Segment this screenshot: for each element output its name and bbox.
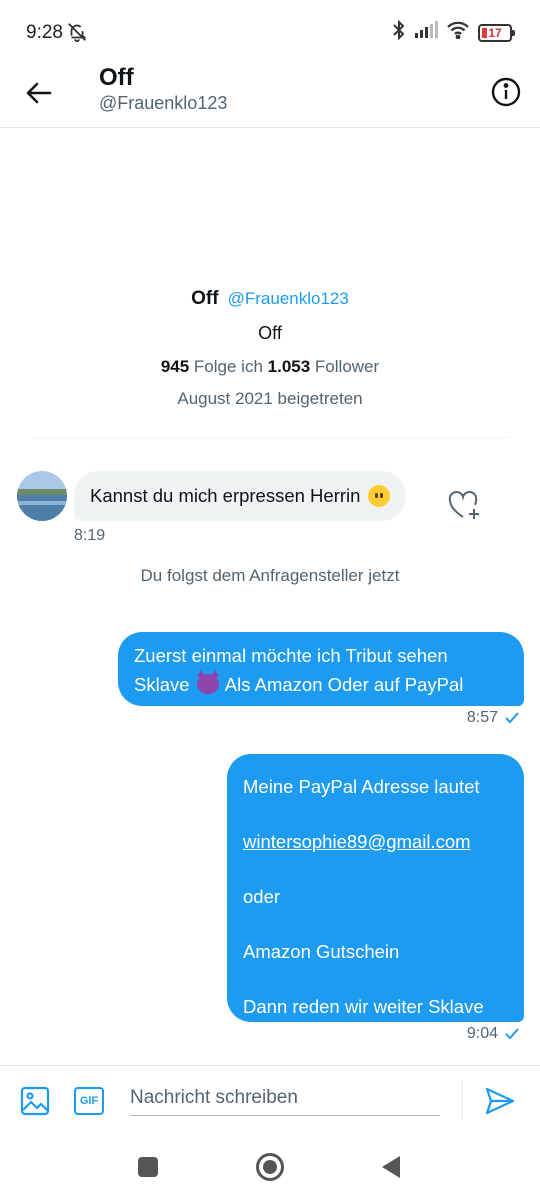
system-note: Du folgst dem Anfragensteller jetzt <box>140 566 400 585</box>
outgoing-message-bubble[interactable]: Zuerst einmal möchte ich Tribut sehen Sk… <box>118 632 524 706</box>
status-indicators: 17 <box>392 19 515 45</box>
outgoing-message-time: 9:04 <box>466 1025 498 1042</box>
outgoing-message-text: Als Amazon Oder auf PayPal <box>224 674 464 695</box>
media-button[interactable] <box>20 1086 50 1116</box>
outgoing-message-line: Sklave Als Amazon Oder auf PayPal <box>134 670 506 699</box>
outgoing-message-line: Zuerst einmal möchte ich Tribut sehen <box>134 645 448 666</box>
incoming-message-text: Kannst du mich erpressen Herrin <box>90 485 361 506</box>
profile-joined: August 2021 beigetreten <box>177 389 363 408</box>
following-label: Folge ich <box>193 357 263 376</box>
status-bar: 9:28 17 <box>0 0 540 62</box>
outgoing-message-line: Meine PayPal Adresse lautet <box>243 776 480 797</box>
incoming-message-time: 8:19 <box>74 527 106 544</box>
followers-count: 1.053 <box>267 357 311 376</box>
conversation-header: Off @Frauenklo123 <box>0 62 540 128</box>
outgoing-message-line: Amazon Gutschein <box>243 941 400 962</box>
image-icon <box>20 1086 50 1116</box>
conversation-handle: @Frauenklo123 <box>99 93 228 113</box>
profile-nameline[interactable]: Off @Frauenklo123 <box>0 288 540 310</box>
battery-indicator: 17 <box>478 23 515 42</box>
checkmark-icon <box>505 1028 519 1040</box>
outgoing-message-line: oder <box>243 886 281 907</box>
message-composer: GIF <box>0 1065 540 1133</box>
smiling-devil-emoji-icon <box>196 670 219 694</box>
profile-bio: Off <box>258 323 282 343</box>
message-input[interactable] <box>130 1080 440 1116</box>
system-back-button[interactable] <box>382 1156 400 1178</box>
signal-icon <box>414 21 438 44</box>
outgoing-message-text: Sklave <box>134 674 190 695</box>
outgoing-message-time: 8:57 <box>466 709 498 726</box>
send-button[interactable] <box>484 1086 516 1116</box>
back-button[interactable] <box>24 78 54 108</box>
profile-summary: Off @Frauenklo123 Off 945 Folge ich 1.05… <box>0 288 540 409</box>
info-icon <box>491 77 521 107</box>
arrow-left-icon <box>26 82 52 104</box>
conversation-title: Off <box>99 64 134 91</box>
followers-label: Follower <box>314 357 380 376</box>
composer-separator <box>462 1080 463 1120</box>
wifi-icon <box>446 21 470 44</box>
no-mouth-face-emoji-icon <box>368 485 391 507</box>
incoming-message-bubble[interactable]: Kannst du mich erpressen Herrin <box>74 471 407 521</box>
following-count: 945 <box>160 357 190 376</box>
heart-plus-icon <box>448 491 479 519</box>
bell-muted-icon <box>66 21 88 48</box>
outgoing-message-meta: 8:57 <box>467 709 520 727</box>
profile-stats: 945 Folge ich 1.053 Follower <box>0 357 540 377</box>
add-reaction-button[interactable] <box>447 490 483 522</box>
divider <box>32 437 508 438</box>
outgoing-message-bubble[interactable]: Meine PayPal Adresse lautet wintersophie… <box>227 754 524 1022</box>
profile-name: Off <box>191 288 219 309</box>
home-button[interactable] <box>256 1153 284 1181</box>
send-icon <box>485 1087 515 1115</box>
checkmark-icon <box>505 712 519 724</box>
avatar[interactable] <box>17 471 67 521</box>
status-time: 9:28 <box>26 22 63 43</box>
bluetooth-icon <box>392 19 406 45</box>
recent-apps-button[interactable] <box>138 1157 158 1177</box>
profile-handle: @Frauenklo123 <box>227 289 349 308</box>
info-button[interactable] <box>490 76 522 108</box>
gif-button[interactable]: GIF <box>74 1087 104 1115</box>
outgoing-message-meta: 9:04 <box>467 1025 520 1043</box>
email-link[interactable]: wintersophie89@gmail.com <box>243 819 506 874</box>
system-nav-bar <box>0 1133 540 1200</box>
